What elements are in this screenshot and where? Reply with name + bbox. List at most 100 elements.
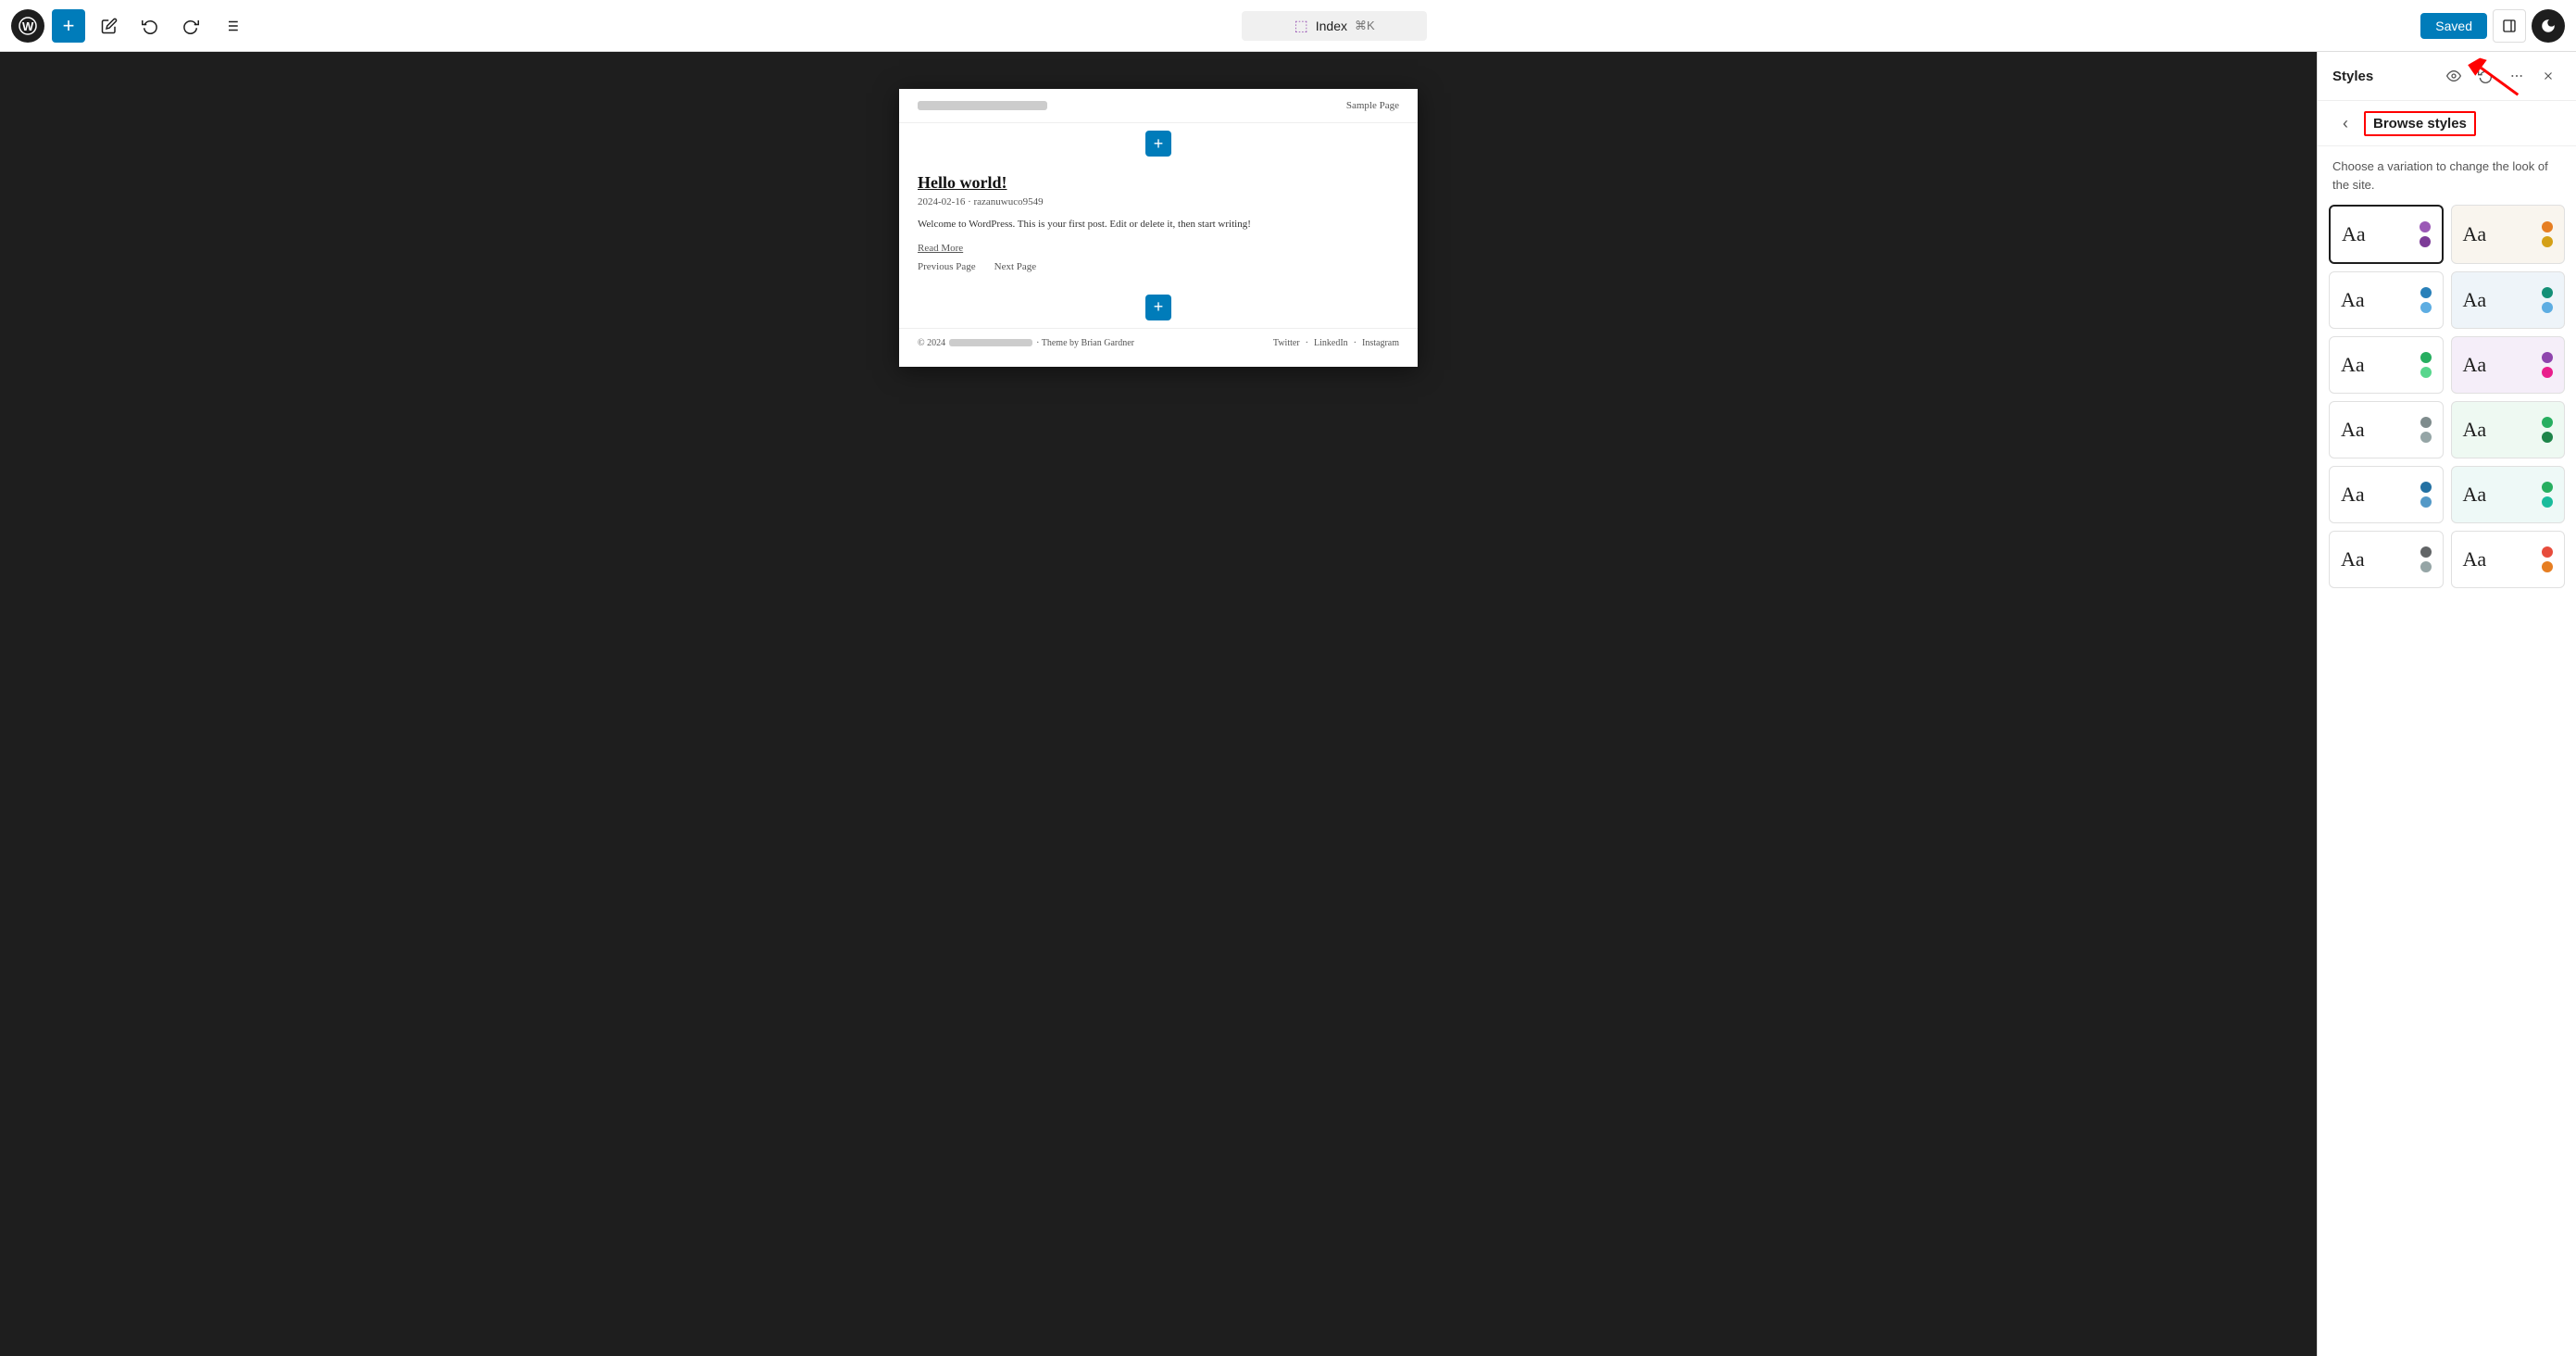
style-card-gray2[interactable]: Aa (2329, 531, 2444, 588)
topbar-right: Saved (2420, 9, 2565, 43)
dot-1 (2542, 546, 2553, 558)
twitter-link[interactable]: Twitter (1273, 338, 1300, 348)
style-card-blue[interactable]: Aa (2329, 271, 2444, 329)
prev-page-link[interactable]: Previous Page (918, 261, 976, 272)
list-view-button[interactable] (215, 9, 248, 43)
add-block-button[interactable]: + (52, 9, 85, 43)
style-card-blue2[interactable]: Aa (2329, 466, 2444, 523)
preview-site-title (918, 101, 1047, 110)
style-dots (2420, 352, 2432, 378)
page-icon: ⬚ (1294, 17, 1308, 35)
style-dots (2542, 287, 2553, 313)
dot-1 (2420, 482, 2432, 493)
preview-footer-left: © 2024 · Theme by Brian Gardner (918, 338, 1134, 348)
page-title-text: Index (1316, 19, 1347, 33)
style-card-pink[interactable]: Aa (2451, 336, 2566, 394)
preview-frame: Sample Page + Hello world! 2024-02-16 · … (899, 89, 1418, 367)
dot-2 (2420, 496, 2432, 508)
dark-mode-button[interactable] (2532, 9, 2565, 43)
sidebar-title: Styles (2332, 69, 2373, 84)
next-page-link[interactable]: Next Page (994, 261, 1037, 272)
panel-toggle-button[interactable] (2493, 9, 2526, 43)
sidebar-browse-header: ‹ Browse styles (2318, 101, 2576, 146)
canvas-area: Sample Page + Hello world! 2024-02-16 · … (0, 52, 2317, 1356)
preview-content: Hello world! 2024-02-16 · razanuwuco9549… (899, 164, 1418, 291)
dot-2 (2542, 432, 2553, 443)
topbar: W + ⬚ Index ⌘K Saved (0, 0, 2576, 52)
more-options-button[interactable] (2504, 63, 2530, 89)
dot-2 (2542, 496, 2553, 508)
style-card-text: Aa (2341, 288, 2365, 312)
style-card-text: Aa (2463, 547, 2487, 571)
close-sidebar-button[interactable] (2535, 63, 2561, 89)
theme-text: · Theme by Brian Gardner (1036, 338, 1134, 348)
preview-footer-bar (949, 339, 1032, 346)
style-card-text: Aa (2341, 353, 2365, 377)
style-card-text: Aa (2463, 418, 2487, 442)
preview-post-meta: 2024-02-16 · razanuwuco9549 (918, 196, 1399, 207)
style-dots (2542, 417, 2553, 443)
dot-2 (2542, 236, 2553, 247)
add-block-bottom-button[interactable]: + (1145, 295, 1171, 320)
style-card-warm[interactable]: Aa (2451, 205, 2566, 264)
undo-button[interactable] (133, 9, 167, 43)
preview-eye-button[interactable] (2441, 63, 2467, 89)
instagram-link[interactable]: Instagram (1362, 338, 1399, 348)
dot-2 (2420, 561, 2432, 572)
sidebar-header: Styles (2318, 52, 2576, 101)
style-card-text: Aa (2463, 353, 2487, 377)
style-card-darkgreen[interactable]: Aa (2451, 401, 2566, 458)
dot-1 (2420, 287, 2432, 298)
browse-description: Choose a variation to change the look of… (2318, 146, 2576, 205)
dot-2 (2420, 367, 2432, 378)
style-dots (2420, 417, 2432, 443)
style-card-text: Aa (2463, 222, 2487, 246)
style-dots (2542, 482, 2553, 508)
rotate-icon-button[interactable] (2472, 63, 2498, 89)
sidebar-header-actions (2441, 63, 2561, 89)
style-card-text: Aa (2463, 288, 2487, 312)
page-shortcut: ⌘K (1355, 19, 1375, 33)
preview-pagination: Previous Page Next Page (918, 261, 1399, 272)
dot-1 (2542, 221, 2553, 232)
dot-2 (2420, 236, 2431, 247)
dot-1 (2542, 352, 2553, 363)
style-dots (2420, 287, 2432, 313)
preview-post-title: Hello world! (918, 173, 1399, 193)
wordpress-logo: W (11, 9, 44, 43)
style-dots (2420, 482, 2432, 508)
preview-header: Sample Page (899, 89, 1418, 123)
saved-button[interactable]: Saved (2420, 13, 2487, 39)
redo-button[interactable] (174, 9, 207, 43)
preview-read-more[interactable]: Read More (918, 243, 1399, 254)
style-card-text: Aa (2463, 483, 2487, 507)
style-card-green[interactable]: Aa (2329, 336, 2444, 394)
style-card-olive[interactable]: Aa (2451, 466, 2566, 523)
style-dots (2420, 221, 2431, 247)
dot-1 (2420, 546, 2432, 558)
style-card-default[interactable]: Aa (2329, 205, 2444, 264)
style-dots (2542, 221, 2553, 247)
main-area: Sample Page + Hello world! 2024-02-16 · … (0, 52, 2576, 1356)
browse-styles-title: Browse styles (2364, 111, 2476, 136)
dot-1 (2420, 352, 2432, 363)
dot-2 (2542, 367, 2553, 378)
style-card-text: Aa (2342, 222, 2366, 246)
linkedin-link[interactable]: LinkedIn (1314, 338, 1348, 348)
styles-grid: Aa Aa Aa (2318, 205, 2576, 599)
dot-1 (2542, 482, 2553, 493)
dot-1 (2542, 287, 2553, 298)
add-block-top-button[interactable]: + (1145, 131, 1171, 157)
style-card-gray[interactable]: Aa (2329, 401, 2444, 458)
style-card-orange[interactable]: Aa (2451, 531, 2566, 588)
style-dots (2420, 546, 2432, 572)
preview-nav-link[interactable]: Sample Page (1346, 100, 1399, 111)
preview-footer-links: Twitter · LinkedIn · Instagram (1273, 338, 1399, 348)
style-card-teal[interactable]: Aa (2451, 271, 2566, 329)
style-card-text: Aa (2341, 483, 2365, 507)
browse-back-button[interactable]: ‹ (2332, 110, 2358, 136)
dot-1 (2420, 417, 2432, 428)
preview-post-body: Welcome to WordPress. This is your first… (918, 217, 1399, 233)
edit-icon[interactable] (93, 9, 126, 43)
page-title-button[interactable]: ⬚ Index ⌘K (1242, 11, 1427, 41)
